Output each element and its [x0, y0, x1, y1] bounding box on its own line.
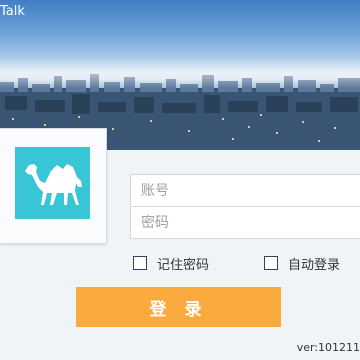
- login-button[interactable]: 登 录: [76, 287, 281, 327]
- app-title: Talk: [0, 4, 25, 19]
- password-input[interactable]: [131, 207, 360, 238]
- auto-login-checkbox[interactable]: [264, 256, 278, 270]
- remember-password-checkbox[interactable]: [133, 256, 147, 270]
- sky-haze: [0, 58, 360, 88]
- password-field[interactable]: [130, 206, 360, 239]
- auto-login-label: 自动登录: [288, 257, 341, 273]
- remember-password-option[interactable]: 记住密码: [133, 253, 209, 273]
- account-input[interactable]: [131, 175, 360, 206]
- remember-password-label: 记住密码: [157, 257, 210, 273]
- account-field[interactable]: [130, 174, 360, 207]
- version-label: ver:101211: [296, 341, 360, 354]
- auto-login-option[interactable]: 自动登录: [264, 253, 340, 273]
- camel-icon: [25, 164, 82, 205]
- avatar[interactable]: [15, 147, 90, 219]
